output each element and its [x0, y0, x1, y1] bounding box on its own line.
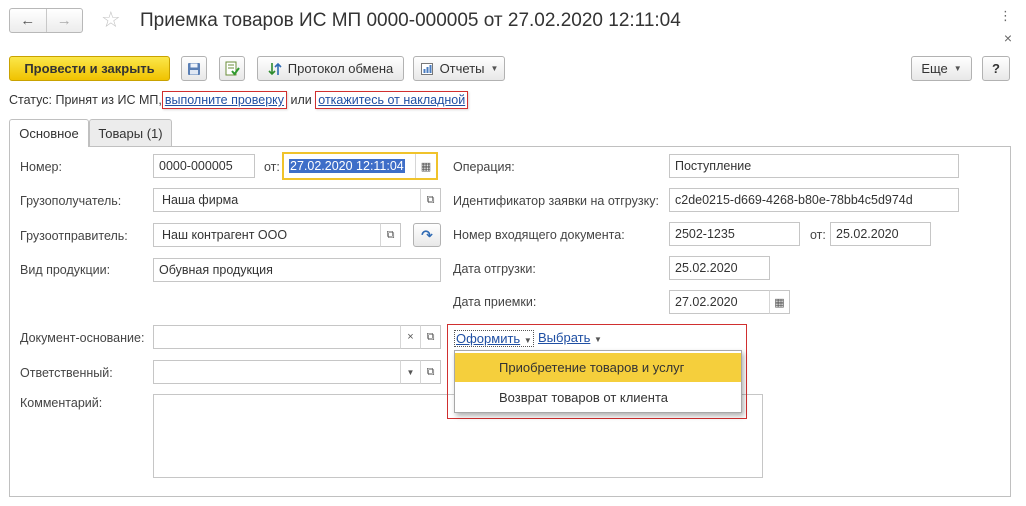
close-icon[interactable]: × [1004, 30, 1012, 46]
responsible-open-button[interactable]: ⧉ [420, 360, 441, 384]
shipper-action-button[interactable]: ↷ [413, 223, 441, 247]
shipper-value: Наш контрагент ООО [162, 228, 288, 242]
calendar-icon: ▦ [774, 296, 785, 309]
help-button[interactable]: ? [982, 56, 1010, 81]
create-link-label: Оформить [456, 331, 521, 346]
date-from-label: от: [264, 160, 280, 174]
consignee-label: Грузополучатель: [20, 194, 122, 208]
arrow-left-icon: ← [20, 12, 36, 29]
consignee-value: Наша фирма [162, 193, 239, 207]
arrow-right-icon: → [56, 12, 72, 29]
base-doc-label: Документ-основание: [20, 331, 145, 345]
clear-icon: × [407, 331, 414, 343]
date-value: 27.02.2020 12:11:04 [289, 159, 405, 173]
responsible-label: Ответственный: [20, 366, 113, 380]
open-icon: ⧉ [426, 330, 435, 343]
date-calendar-button[interactable]: ▦ [415, 154, 436, 178]
status-line: Статус: Принят из ИС МП, выполните провер… [9, 91, 469, 109]
accept-date-label: Дата приемки: [453, 295, 537, 309]
menu-item-purchase[interactable]: Приобретение товаров и услуг [455, 353, 741, 382]
responsible-field[interactable] [153, 360, 401, 384]
post-button[interactable] [219, 56, 245, 81]
create-dropdown-menu: Приобретение товаров и услуг Возврат тов… [454, 350, 742, 413]
chevron-down-icon: ▼ [523, 336, 532, 345]
accept-date-field[interactable]: 27.02.2020 [669, 290, 770, 314]
chevron-down-icon: ▼ [953, 64, 962, 73]
shipment-id-field[interactable]: c2de0215-d669-4268-b80e-78bb4c5d974d [669, 188, 959, 212]
shipper-field[interactable]: Наш контрагент ООО [153, 223, 381, 247]
save-button[interactable] [181, 56, 207, 81]
number-label: Номер: [20, 160, 62, 174]
base-doc-field[interactable] [153, 325, 401, 349]
report-icon [420, 62, 433, 75]
status-text: Принят из ИС МП, [55, 93, 162, 107]
back-button[interactable]: ← [10, 9, 46, 32]
post-icon [225, 61, 240, 76]
reject-link-box: откажитесь от накладной [315, 91, 469, 109]
redo-arrow-icon: ↷ [421, 226, 433, 243]
calendar-icon: ▦ [420, 160, 432, 173]
open-icon: ⧉ [426, 365, 435, 378]
incoming-from-label: от: [810, 228, 826, 242]
consignee-field[interactable]: Наша фирма [153, 188, 421, 212]
shipper-label: Грузоотправитель: [20, 229, 128, 243]
number-field[interactable]: 0000-000005 [153, 154, 255, 178]
product-type-field[interactable]: Обувная продукция [153, 258, 441, 282]
chevron-down-icon: ▼ [406, 367, 415, 377]
base-doc-open-button[interactable]: ⧉ [420, 325, 441, 349]
ship-date-label: Дата отгрузки: [453, 262, 536, 276]
post-and-close-button[interactable]: Провести и закрыть [9, 56, 170, 81]
reports-button[interactable]: Отчеты ▼ [413, 56, 505, 81]
exchange-log-button[interactable]: Протокол обмена [257, 56, 404, 81]
open-icon: ⧉ [386, 228, 395, 241]
shipper-open-button[interactable]: ⧉ [380, 223, 401, 247]
chevron-down-icon: ▼ [594, 335, 602, 344]
choose-link[interactable]: Выбрать ▼ [538, 330, 602, 345]
incoming-doc-field[interactable]: 2502-1235 [669, 222, 800, 246]
more-menu-icon[interactable]: ⋮ [999, 8, 1012, 24]
page-title: Приемка товаров ИС МП 0000-000005 от 27.… [140, 10, 681, 31]
reports-label: Отчеты [439, 61, 485, 76]
star-icon[interactable]: ☆ [101, 6, 121, 34]
forward-button[interactable]: → [45, 9, 83, 32]
create-link[interactable]: Оформить ▼ [454, 330, 534, 347]
accept-date-calendar-button[interactable]: ▦ [769, 290, 790, 314]
navigation-buttons: ← → [9, 8, 83, 33]
operation-field[interactable]: Поступление [669, 154, 959, 178]
tab-goods[interactable]: Товары (1) [89, 119, 172, 146]
reject-link[interactable]: откажитесь от накладной [318, 93, 465, 107]
status-or: или [290, 93, 312, 107]
open-icon: ⧉ [426, 193, 435, 206]
check-link[interactable]: выполните проверку [165, 93, 284, 107]
check-link-box: выполните проверку [161, 91, 288, 109]
menu-item-customer-return[interactable]: Возврат товаров от клиента [455, 383, 741, 412]
chevron-down-icon: ▼ [490, 64, 499, 73]
more-button[interactable]: Еще ▼ [911, 56, 972, 81]
exchange-log-label: Протокол обмена [287, 61, 394, 76]
ship-date-field[interactable]: 25.02.2020 [669, 256, 770, 280]
responsible-dropdown-button[interactable]: ▼ [400, 360, 421, 384]
incoming-date-field[interactable]: 25.02.2020 [830, 222, 931, 246]
status-label: Статус: [9, 93, 52, 107]
incoming-doc-label: Номер входящего документа: [453, 228, 625, 242]
comment-label: Комментарий: [20, 396, 103, 410]
operation-label: Операция: [453, 160, 515, 174]
exchange-icon [268, 62, 282, 75]
choose-link-label: Выбрать [538, 330, 591, 345]
tab-main[interactable]: Основное [9, 119, 89, 147]
base-doc-clear-button[interactable]: × [400, 325, 421, 349]
more-label: Еще [921, 61, 948, 76]
product-type-label: Вид продукции: [20, 263, 111, 277]
save-icon [188, 62, 200, 75]
shipment-id-label: Идентификатор заявки на отгрузку: [453, 194, 659, 208]
consignee-open-button[interactable]: ⧉ [420, 188, 441, 212]
